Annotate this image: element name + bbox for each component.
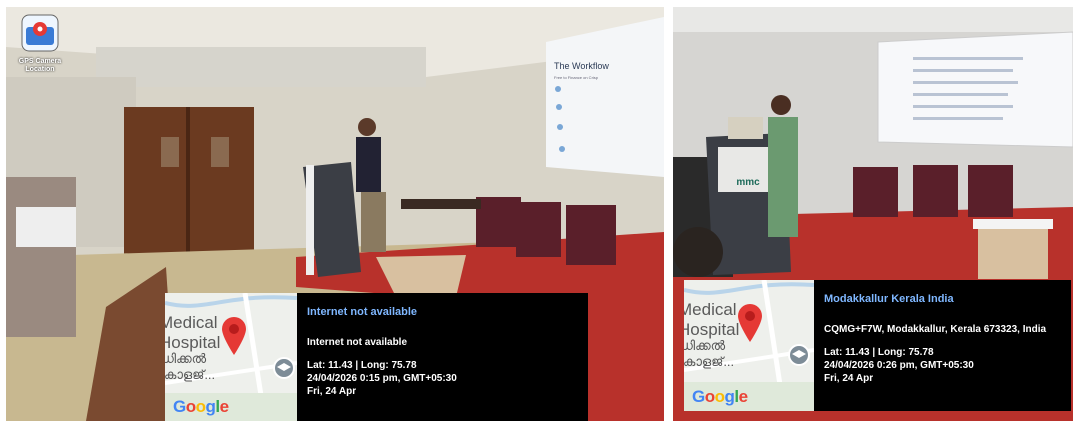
- map-place-line2: Hospital: [165, 333, 221, 352]
- gps-info-left: Internet not available Internet not avai…: [297, 293, 588, 421]
- left-photo: The Workflow Free to Finance on Crisp GP…: [6, 7, 664, 421]
- day-line: Fri, 24 Apr: [307, 386, 357, 397]
- map-place-line3: ഡിക്കൽ: [684, 338, 726, 353]
- map-place-line1: Medical: [165, 313, 218, 332]
- latlong-line: Lat: 11.43 | Long: 75.78: [307, 360, 417, 371]
- gps-info-right: Modakkallur Kerala India CQMG+F7W, Modak…: [814, 280, 1071, 411]
- datetime-line: 24/04/2026 0:26 pm, GMT+05:30: [824, 360, 974, 371]
- map-place-line2: Hospital: [684, 320, 740, 339]
- app-badge-line1: GPS Camera: [18, 58, 62, 65]
- map-thumbnail-left: Medical Hospital ഡിക്കൽ കോളജ്... Google: [165, 293, 297, 421]
- gps-stamp-left: Medical Hospital ഡിക്കൽ കോളജ്... Google …: [165, 293, 588, 421]
- map-pin-icon: [738, 304, 762, 342]
- map-place-line4: കോളജ്...: [165, 367, 216, 382]
- graduation-cap-icon: [788, 344, 810, 366]
- podium-logo: mmc: [736, 177, 760, 188]
- map-thumbnail-right: Medical Hospital ഡിക്കൽ കോളജ്... Google: [684, 280, 814, 411]
- latlong-line: Lat: 11.43 | Long: 75.78: [824, 347, 934, 358]
- map-pin-camera-icon: [21, 14, 59, 52]
- map-place-line3: ഡിക്കൽ: [165, 351, 207, 366]
- day-line: Fri, 24 Apr: [824, 373, 874, 384]
- app-badge-line2: Location: [25, 66, 55, 73]
- google-logo: Google: [173, 397, 229, 416]
- map-pin-icon: [222, 317, 246, 355]
- slide-title: The Workflow: [554, 61, 609, 71]
- location-title: Modakkallur Kerala India: [824, 293, 954, 305]
- map-place-line4: കോളജ്...: [684, 354, 735, 369]
- gps-stamp-right: Medical Hospital ഡിക്കൽ കോളജ്... Google …: [684, 280, 1071, 411]
- right-photo: mmc Medical Hospital ഡിക്കൽ കോളജ്... Goo…: [673, 7, 1073, 421]
- location-title: Internet not available: [307, 306, 418, 318]
- address-line: CQMG+F7W, Modakkallur, Kerala 673323, In…: [824, 324, 1047, 335]
- map-place-line1: Medical: [684, 300, 737, 319]
- slide-subtitle: Free to Finance on Crisp: [554, 75, 599, 80]
- google-logo: Google: [692, 387, 748, 406]
- graduation-cap-icon: [273, 357, 295, 379]
- gps-camera-badge: GPS Camera Location: [18, 13, 62, 74]
- address-line: Internet not available: [307, 337, 408, 348]
- datetime-line: 24/04/2026 0:15 pm, GMT+05:30: [307, 373, 457, 384]
